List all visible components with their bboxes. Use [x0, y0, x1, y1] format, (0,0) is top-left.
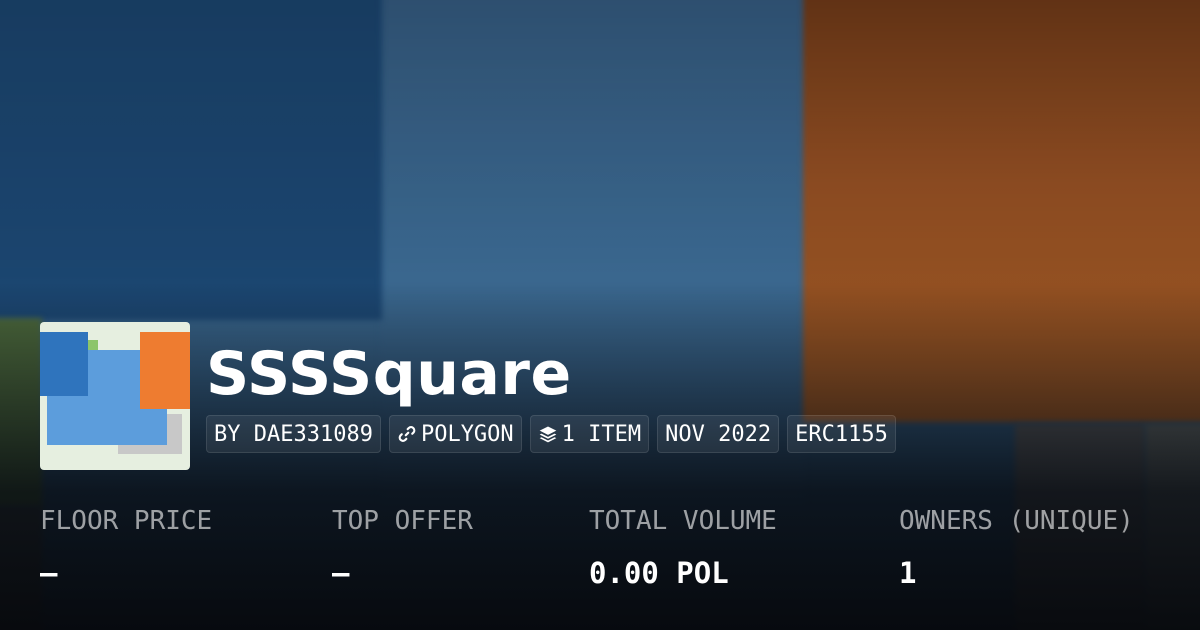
stat-owners-unique: OWNERS (UNIQUE) 1 — [899, 503, 1134, 593]
creator-pill: BY DAE331089 — [206, 415, 381, 453]
thumbnail-dark-blue-square — [40, 332, 88, 396]
stat-top-offer-value: – — [332, 556, 350, 590]
stat-top-offer: TOP OFFER – — [332, 503, 473, 593]
collection-title: SSSSquare — [206, 339, 572, 409]
stat-total-volume: TOTAL VOLUME 0.00 POL — [589, 503, 777, 593]
stat-floor-price-label: FLOOR PRICE — [40, 506, 213, 536]
layers-icon — [538, 424, 558, 444]
stat-total-volume-label: TOTAL VOLUME — [589, 506, 777, 536]
created-date-pill: NOV 2022 — [657, 415, 780, 453]
collection-stats: FLOOR PRICE – TOP OFFER – TOTAL VOLUME 0… — [40, 503, 1180, 603]
token-standard-label: ERC1155 — [795, 421, 888, 447]
chain-label: POLYGON — [420, 421, 514, 447]
collection-thumbnail — [40, 322, 190, 470]
chain-pill: POLYGON — [388, 415, 522, 453]
stat-owners-unique-value: 1 — [899, 556, 917, 590]
stat-floor-price-value: – — [40, 556, 58, 590]
stat-owners-unique-label: OWNERS (UNIQUE) — [899, 506, 1134, 536]
link-icon — [397, 424, 417, 444]
created-date-label: NOV 2022 — [665, 421, 772, 447]
token-standard-pill: ERC1155 — [787, 415, 896, 453]
items-pill: 1 ITEM — [529, 415, 650, 453]
creator-label: BY DAE331089 — [214, 421, 373, 447]
collection-meta-pills: BY DAE331089 POLYGON 1 ITEM NOV 2022 ERC… — [206, 415, 896, 453]
stat-floor-price: FLOOR PRICE – — [40, 503, 212, 593]
thumbnail-orange-square — [140, 332, 190, 409]
items-label: 1 ITEM — [561, 421, 642, 447]
collection-share-card: SSSSquare BY DAE331089 POLYGON 1 ITEM NO… — [0, 0, 1200, 630]
stat-total-volume-value: 0.00 POL — [589, 556, 729, 590]
stat-top-offer-label: TOP OFFER — [332, 506, 473, 536]
